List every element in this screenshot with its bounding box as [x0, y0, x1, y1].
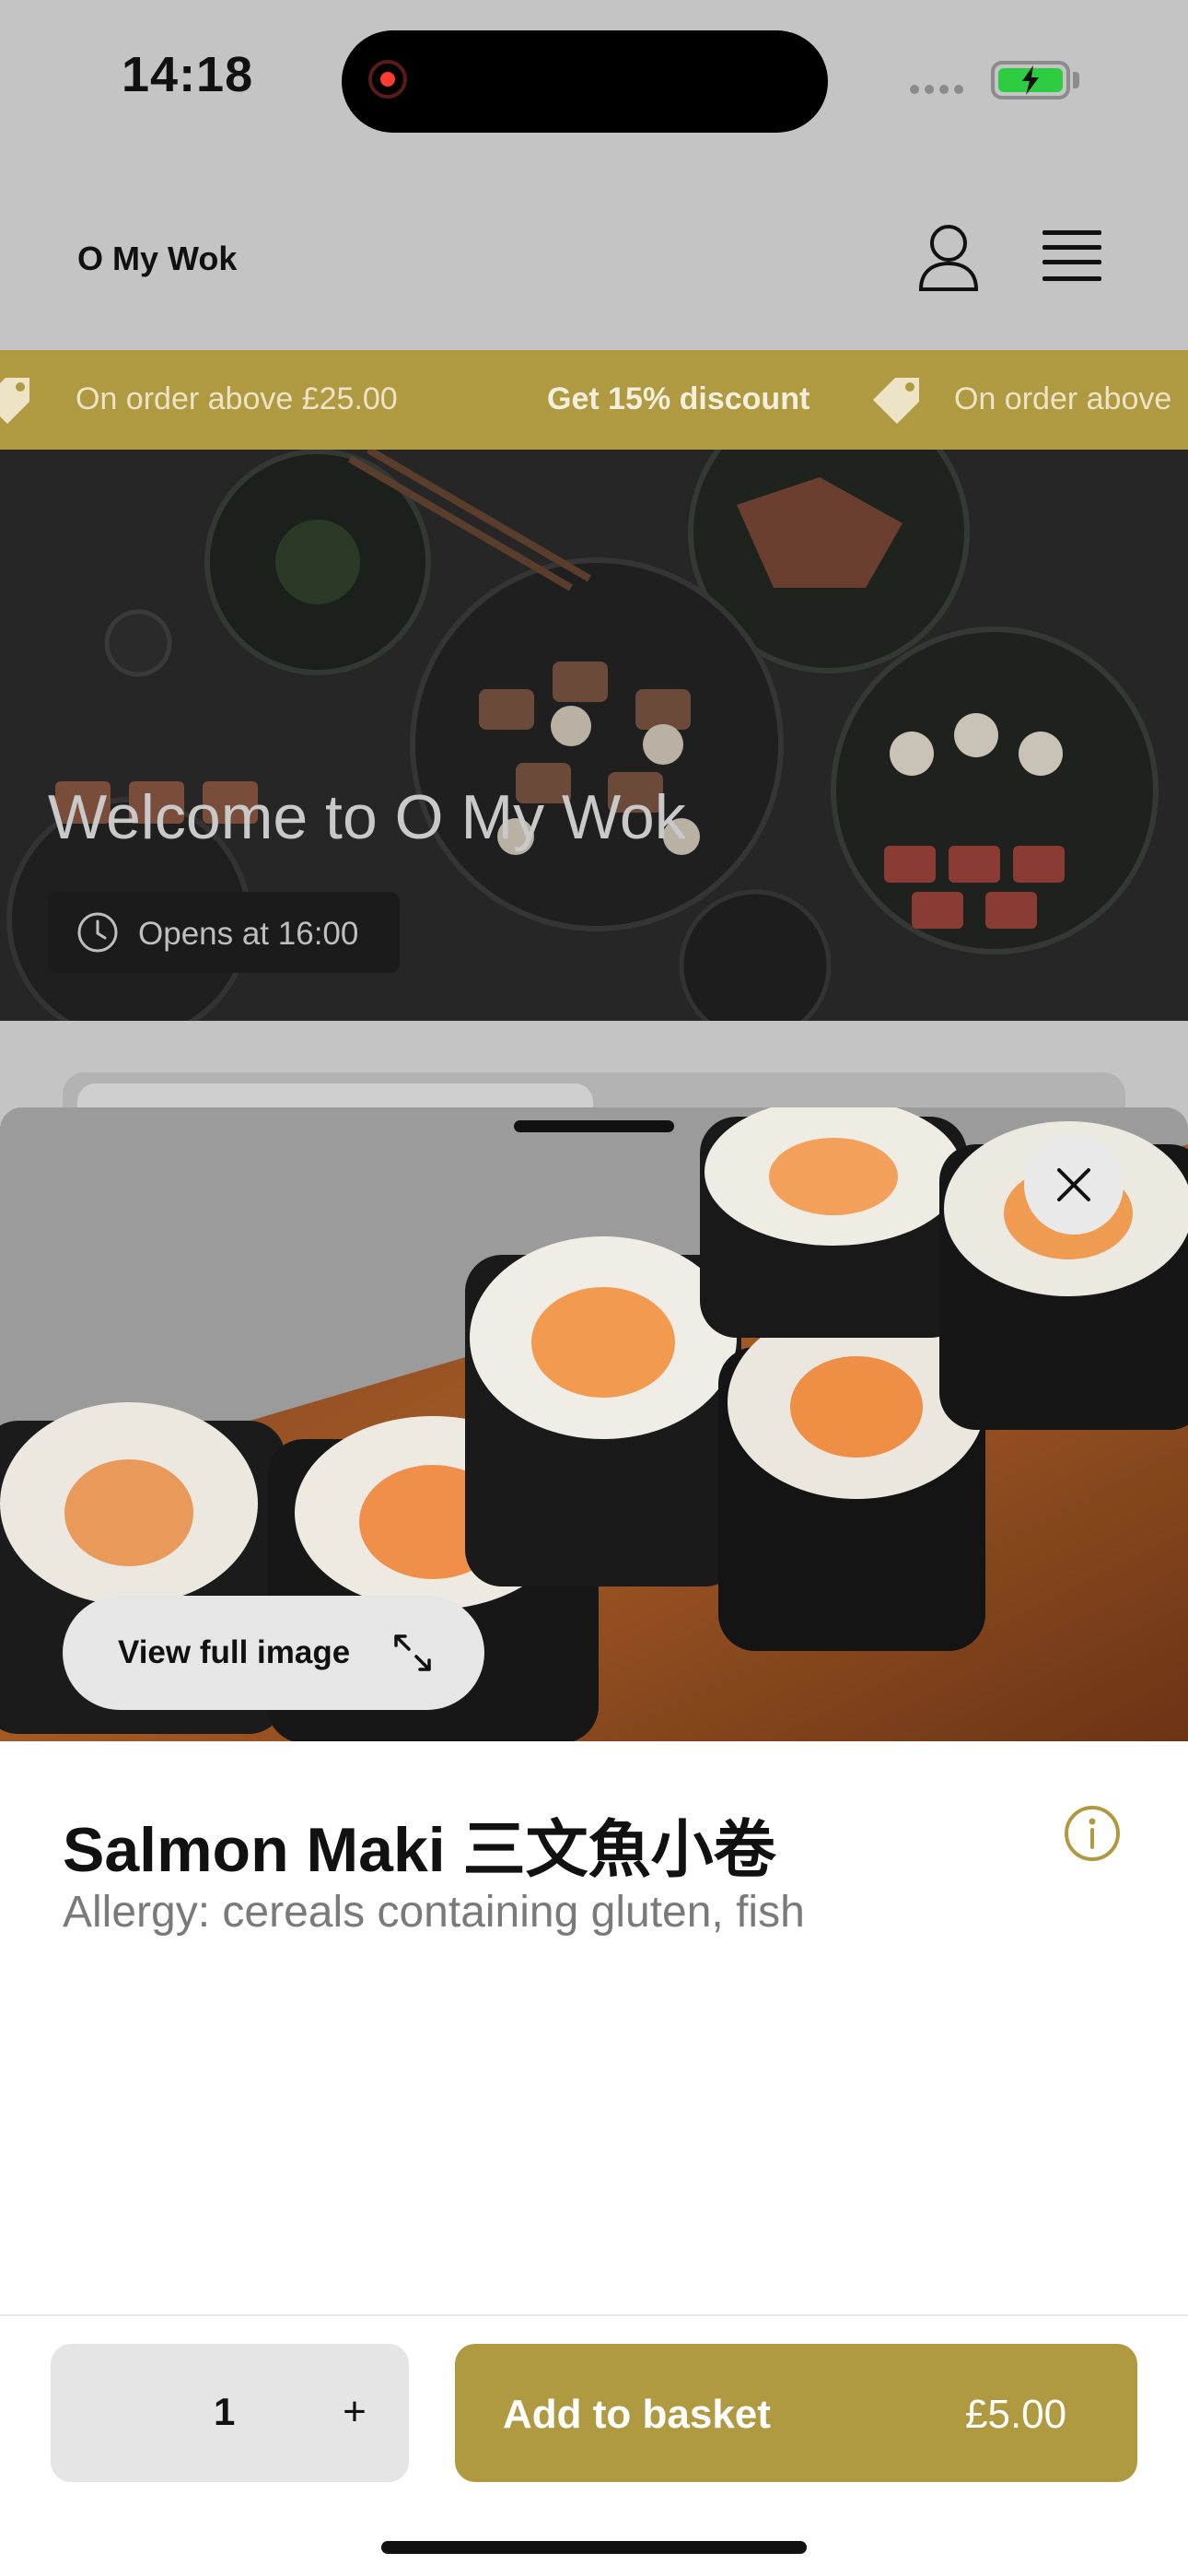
dynamic-island: [342, 30, 828, 133]
divider: [0, 2314, 1188, 2316]
promo-banner: On order above £25.00 Get 15% discount O…: [0, 350, 1188, 450]
product-allergy: Allergy: cereals containing gluten, fish: [63, 1888, 805, 1937]
expand-icon: [394, 1634, 431, 1671]
quantity-value: 1: [214, 2390, 236, 2433]
brand-name[interactable]: O My Wok: [77, 240, 237, 278]
promo-discount: Get 15% discount: [547, 381, 810, 416]
info-icon[interactable]: [1063, 1804, 1122, 1863]
home-indicator: [381, 2541, 807, 2554]
add-to-basket-label: Add to basket: [503, 2392, 771, 2437]
close-icon: [1057, 1168, 1090, 1201]
tag-icon: [0, 378, 29, 424]
product-title: Salmon Maki 三文魚小卷: [63, 1815, 776, 1885]
quantity-increment-button[interactable]: +: [327, 2384, 382, 2440]
battery-cap: [1073, 72, 1079, 88]
status-time: 14:18: [122, 47, 254, 102]
opening-hours-text: Opens at 16:00: [138, 916, 359, 952]
tag-icon: [873, 378, 919, 424]
clock-icon: [77, 912, 118, 953]
view-full-image-label: View full image: [118, 1634, 351, 1670]
hero-title: Welcome to O My Wok: [48, 782, 686, 852]
sheet-grabber[interactable]: [514, 1120, 674, 1132]
hamburger-menu-icon[interactable]: [1042, 230, 1105, 284]
recording-indicator-icon: [368, 60, 407, 99]
promo-text: On order above: [954, 381, 1172, 416]
signal-icon: [910, 85, 965, 96]
promo-text: On order above £25.00: [76, 381, 398, 416]
add-to-basket-price: £5.00: [965, 2392, 1067, 2437]
battery-icon: [991, 61, 1070, 100]
account-icon[interactable]: [917, 223, 980, 293]
close-button[interactable]: [1024, 1135, 1124, 1235]
